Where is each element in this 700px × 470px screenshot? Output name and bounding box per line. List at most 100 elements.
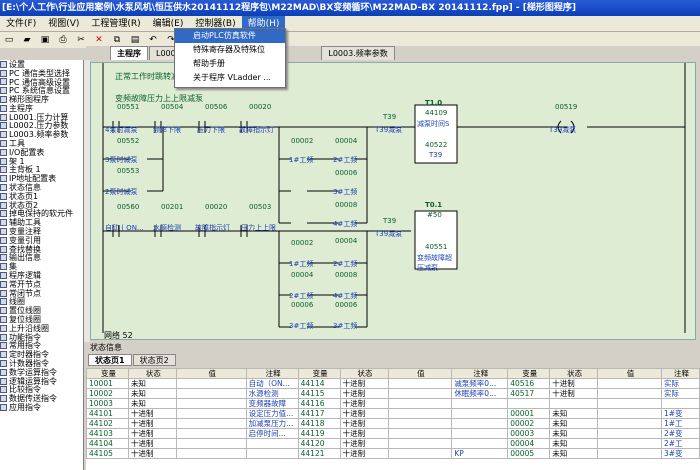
coil-address[interactable]: 00519 [555,103,577,111]
tree-item[interactable]: 数学运算指令 [0,368,83,377]
state-select[interactable] [549,398,599,409]
comment-cell[interactable] [451,438,509,449]
print-icon[interactable]: ⎙ [56,34,70,46]
column-header[interactable]: 状态 [549,368,599,379]
tree-item[interactable]: 比较指令 [0,385,83,394]
state-select[interactable]: 十进制 [339,448,389,459]
tree-item[interactable]: 变量引用 [0,236,83,245]
variable-cell[interactable]: 44103 [86,428,129,439]
contact-address[interactable]: 00006 [335,301,357,309]
table-row[interactable]: 44105 十进制 44121 十进制 KP 00005 未知 3#变 [86,448,700,459]
value-cell[interactable] [597,388,662,399]
comment-cell[interactable]: 休眠频率0... [451,388,509,399]
undo-icon[interactable]: ↶ [146,34,160,46]
contact-address[interactable]: 00020 [205,203,227,211]
copy-icon[interactable]: ⧉ [110,34,124,46]
value-cell[interactable] [175,418,247,429]
state-select[interactable]: 未知 [549,418,599,429]
variable-cell[interactable]: 44102 [86,418,129,429]
tree-item[interactable]: 应用指令 [0,403,83,412]
column-header[interactable]: 变量 [86,368,129,379]
menu-view[interactable]: 视图(V) [42,16,85,31]
comment-cell[interactable]: 实际 [660,388,700,399]
value-cell[interactable] [597,418,662,429]
contact-address[interactable]: 00002 [291,239,313,247]
comment-cell[interactable] [660,398,700,409]
state-select[interactable]: 未知 [549,448,599,459]
variable-cell[interactable]: 00004 [507,438,551,449]
timer1-output[interactable]: 40522 [425,141,447,149]
value-cell[interactable] [387,398,453,409]
value-cell[interactable] [175,448,247,459]
comment-cell[interactable]: 3#变 [660,448,700,459]
tree-item[interactable]: 复位线圈 [0,315,83,324]
state-select[interactable]: 十进制 [339,378,389,389]
coil-address[interactable]: T39 [383,217,396,225]
tab-frequency-params[interactable]: L0003.频率参数 [321,46,395,60]
comment-cell[interactable] [451,398,509,409]
comment-cell[interactable]: 自动（ON... [245,378,299,389]
tab-status-page-1[interactable]: 状态页1 [88,354,132,366]
value-cell[interactable] [597,428,662,439]
delete-icon[interactable]: ✕ [92,34,106,46]
save-icon[interactable]: ▣ [38,34,52,46]
value-cell[interactable] [387,378,453,389]
variable-cell[interactable]: 10003 [86,398,129,409]
state-select[interactable]: 十进制 [339,388,389,399]
menu-item-help-manual[interactable]: 帮助手册 [175,57,285,71]
timer2-output[interactable]: 40551 [425,243,447,251]
tree-item[interactable]: 状态信息 [0,183,83,192]
variable-cell[interactable]: 00002 [507,418,551,429]
contact-address[interactable]: 00552 [117,137,139,145]
menu-item-special-registers[interactable]: 特殊寄存器及特殊位 [175,43,285,57]
state-select[interactable]: 未知 [549,408,599,419]
contact-address[interactable]: 00006 [291,301,313,309]
open-icon[interactable]: ▰ [20,34,34,46]
cut-icon[interactable]: ✂ [74,34,88,46]
tree-item[interactable]: 状态页1 [0,192,83,201]
tree-item[interactable]: 计数器指令 [0,359,83,368]
value-cell[interactable] [387,418,453,429]
column-header[interactable]: 注释 [245,368,299,379]
state-select[interactable]: 十进制 [549,378,599,389]
variable-cell[interactable] [507,398,551,409]
tree-item[interactable]: 数据传送指令 [0,394,83,403]
contact-address[interactable]: 00004 [291,271,313,279]
variable-cell[interactable]: 44117 [297,408,341,419]
value-cell[interactable] [597,448,662,459]
menu-item-about[interactable]: 关于程序 VLadder ... [175,71,285,85]
value-cell[interactable] [175,388,247,399]
contact-address[interactable]: 00004 [335,137,357,145]
menu-project[interactable]: 工程管理(R) [85,16,146,31]
column-header[interactable]: 状态 [127,368,177,379]
comment-cell[interactable] [451,428,509,439]
comment-cell[interactable] [451,418,509,429]
value-cell[interactable] [175,408,247,419]
variable-cell[interactable]: 44121 [297,448,341,459]
state-select[interactable]: 未知 [127,398,177,409]
contact-address[interactable]: 00004 [335,237,357,245]
state-select[interactable]: 十进制 [339,428,389,439]
column-header[interactable]: 状态 [339,368,389,379]
contact-address[interactable]: 00008 [335,271,357,279]
comment-cell[interactable]: 变频器故障 [245,398,299,409]
comment-cell[interactable]: 2#工 [660,438,700,449]
contact-address[interactable]: 00553 [117,167,139,175]
variable-cell[interactable]: 44119 [297,428,341,439]
contact-address[interactable]: 00008 [335,201,357,209]
timer1-register[interactable]: 44109 [425,109,447,117]
menu-file[interactable]: 文件(F) [0,16,42,31]
tree-item[interactable]: 设置 [0,60,83,69]
tree-item[interactable]: L0003.频率参数 [0,130,83,139]
tree-item[interactable]: 集 [0,262,83,271]
variable-cell[interactable]: 10002 [86,388,129,399]
tree-item[interactable]: PC 系统信息设置 [0,86,83,95]
comment-cell[interactable]: 启停时间... [245,428,299,439]
table-row[interactable]: 44102 十进制 加减泵压力... 44118 十进制 00002 未知 1#工 [86,418,700,429]
contact-address[interactable]: 00504 [161,103,183,111]
value-cell[interactable] [387,408,453,419]
coil-address[interactable]: T39 [383,113,396,121]
table-row[interactable]: 44104 十进制 44120 十进制 00004 未知 2#工 [86,438,700,449]
column-header[interactable]: 值 [387,368,453,379]
variable-cell[interactable]: 44120 [297,438,341,449]
